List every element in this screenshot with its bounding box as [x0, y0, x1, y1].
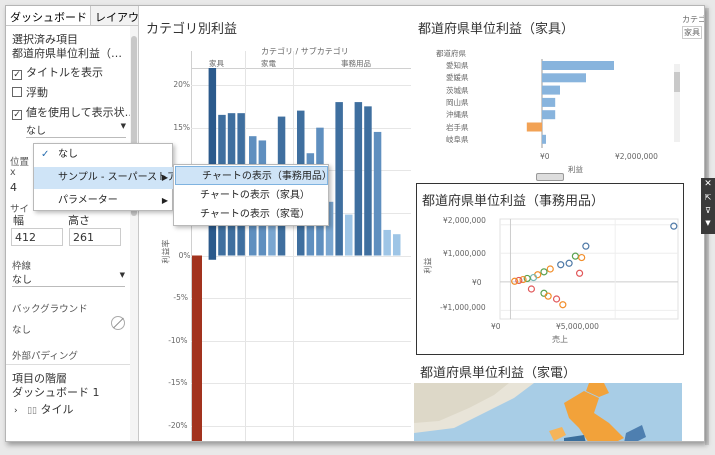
menu-item-label: チャートの表示（家具）	[200, 190, 310, 201]
menu-item-label: パラメーター	[58, 195, 118, 206]
submenu-arrow-icon: ▶	[161, 173, 168, 182]
scatter-point	[565, 259, 573, 267]
menu-item-show-furniture[interactable]: チャートの表示（家具）	[174, 186, 330, 205]
more-options-icon[interactable]: ▼	[701, 217, 715, 230]
scatter-point	[552, 295, 561, 303]
scatter-point	[546, 265, 554, 273]
menu-item-label: チャートの表示（事務用品）	[202, 171, 332, 182]
scatter-point	[578, 253, 586, 262]
scatter-point	[557, 261, 565, 269]
map-shapes	[414, 383, 646, 441]
superstore-submenu: チャートの表示（事務用品） チャートの表示（家具） チャートの表示（家電）	[173, 164, 332, 226]
check-icon: ✓	[41, 149, 50, 160]
menu-item-label: サンプル - スーパーストア	[58, 172, 178, 183]
menu-item-show-electronics[interactable]: チャートの表示（家電）	[174, 205, 330, 224]
go-to-sheet-icon[interactable]: ⇱	[701, 191, 715, 204]
dashboard-window: ダッシュボード レイアウト ‹ 選択済み項目 都道府県単位利益（… ✓タイトルを…	[5, 5, 705, 442]
electronics-map[interactable]	[414, 383, 682, 441]
office-scatter-plot	[499, 218, 679, 320]
scatter-point	[523, 274, 531, 283]
menu-item-superstore[interactable]: サンプル - スーパーストア ▶	[34, 167, 178, 189]
menu-item-show-office[interactable]: チャートの表示（事務用品）	[175, 166, 332, 185]
plot-area	[499, 218, 679, 320]
scatter-point	[540, 268, 548, 276]
close-icon[interactable]: ✕	[701, 178, 715, 191]
scatter-point	[527, 285, 536, 293]
electronics-chart-title: 都道府県単位利益（家電）	[420, 366, 577, 381]
filter-icon[interactable]: ⊽	[701, 204, 715, 217]
visibility-menu: ✓ なし サンプル - スーパーストア ▶ パラメーター ▶	[33, 143, 178, 212]
scatter-point	[571, 252, 579, 260]
scatter-point	[559, 301, 567, 309]
scatter-point	[670, 222, 678, 230]
menu-item-none[interactable]: ✓ なし	[34, 144, 174, 166]
scatter-point	[511, 277, 519, 285]
menu-item-label: チャートの表示（家電）	[200, 209, 310, 220]
submenu-arrow-icon: ▶	[161, 196, 168, 205]
menu-item-label: なし	[58, 149, 78, 160]
menu-item-parameters[interactable]: パラメーター ▶	[34, 190, 174, 212]
sheet-toolbar: ✕ ⇱ ⊽ ▼	[701, 178, 715, 234]
scatter-point	[575, 269, 584, 277]
scatter-point	[582, 242, 590, 250]
